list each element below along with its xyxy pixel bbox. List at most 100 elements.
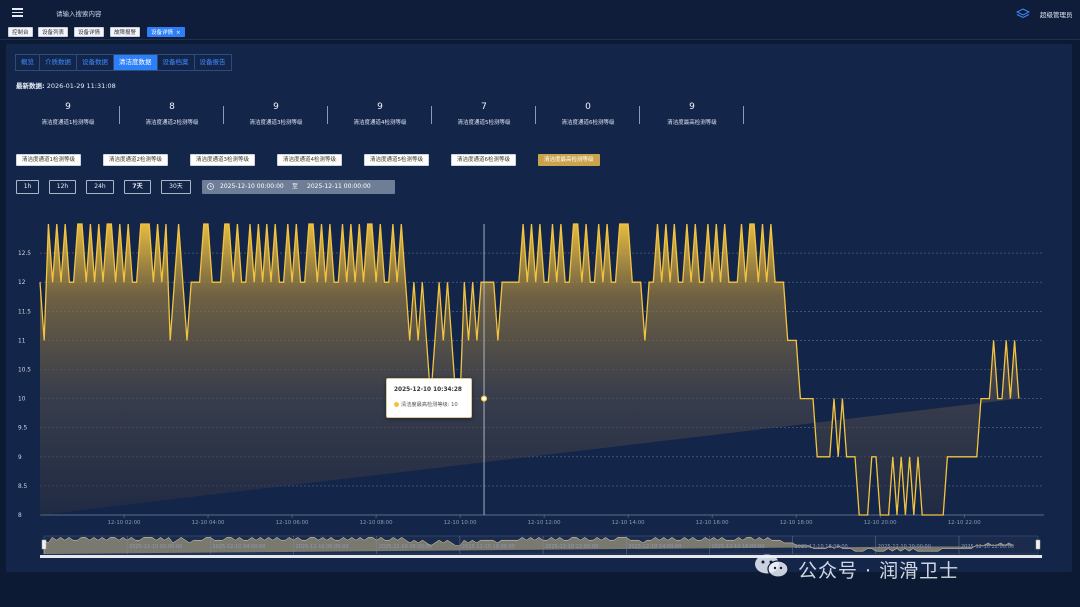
sub-tabs: 概览 介质数据 设备数据 清洁度数据 设备档案 设备报告 xyxy=(15,54,232,71)
tab-overview[interactable]: 概览 xyxy=(16,55,40,70)
slider-label: 2025-12-10 02:00:00 xyxy=(129,544,182,550)
stat-channel-1: 9 清洁度通道1检测等级 xyxy=(16,100,120,130)
y-tick-label: 11 xyxy=(18,338,26,344)
close-icon[interactable]: × xyxy=(176,30,181,36)
tag-label: 设备详情 xyxy=(151,30,174,36)
slider-handle-right[interactable] xyxy=(1035,539,1041,550)
slider-handle-left[interactable] xyxy=(41,539,47,550)
x-tick-label: 12-10 20:00 xyxy=(864,520,897,526)
tag-device-detail[interactable]: 设备详情 xyxy=(74,27,105,37)
date-start[interactable]: 2025-12-10 00:00:00 xyxy=(220,180,284,194)
filter-channel-5[interactable]: 清洁度通道5检测等级 xyxy=(364,154,429,166)
tab-device-archive[interactable]: 设备档案 xyxy=(158,55,195,70)
user-name[interactable]: 超级管理员 xyxy=(1040,9,1073,19)
range-1h-button[interactable]: 1h xyxy=(16,180,39,194)
date-end[interactable]: 2025-12-11 00:00:00 xyxy=(307,180,371,194)
stat-label: 清洁度通道2检测等级 xyxy=(145,120,199,126)
chart-tooltip: 2025-12-10 10:34:28 清洁度最高检测等级: 10 xyxy=(386,378,472,418)
stat-label: 清洁度通道6检测等级 xyxy=(561,120,615,126)
slider-label: 2025-12-10 18:00:00 xyxy=(795,544,848,550)
slider-label: 2025-12-10 10:00:00 xyxy=(462,544,515,550)
stat-value: 9 xyxy=(689,102,695,112)
slider-label: 2025-12-10 08:00:00 xyxy=(379,544,432,550)
slider-label: 2025-12-10 14:00:00 xyxy=(628,544,681,550)
x-tick-label: 12-10 08:00 xyxy=(360,520,393,526)
stat-max-level: 9 清洁度最高检测等级 xyxy=(640,100,744,130)
tab-medium-data[interactable]: 介质数据 xyxy=(40,55,77,70)
x-tick-label: 12-10 10:00 xyxy=(444,520,477,526)
filter-channel-3[interactable]: 清洁度通道3检测等级 xyxy=(190,154,255,166)
latest-label: 最新数据: xyxy=(16,82,45,90)
x-tick-label: 12-10 18:00 xyxy=(780,520,813,526)
tooltip-series: 清洁度最高检测等级 xyxy=(401,402,448,408)
range-12h-button[interactable]: 12h xyxy=(49,180,76,194)
layers-icon[interactable] xyxy=(1016,8,1030,20)
x-tick-label: 12-10 16:00 xyxy=(696,520,729,526)
filter-channel-2[interactable]: 清洁度通道2检测等级 xyxy=(103,154,168,166)
tab-cleanliness-data[interactable]: 清洁度数据 xyxy=(114,55,158,70)
latest-time: 2026-01-29 11:31:08 xyxy=(46,82,116,90)
y-tick-label: 8 xyxy=(18,513,22,519)
wechat-icon xyxy=(755,554,789,578)
search-input[interactable] xyxy=(56,7,256,21)
stat-channel-4: 9 清洁度通道4检测等级 xyxy=(328,100,432,130)
tag-fault-alarm[interactable]: 故障报警 xyxy=(110,27,141,37)
stat-channel-6: 0 清洁度通道6检测等级 xyxy=(536,100,640,130)
range-24h-button[interactable]: 24h xyxy=(86,180,114,194)
x-tick-label: 12-10 06:00 xyxy=(276,520,309,526)
date-range-picker[interactable]: 2025-12-10 00:00:00 至 2025-12-11 00:00:0… xyxy=(202,180,395,194)
stat-value: 9 xyxy=(377,102,383,112)
tag-device-detail-active[interactable]: 设备详情 × xyxy=(147,27,185,37)
filter-channel-1[interactable]: 清洁度通道1检测等级 xyxy=(16,154,81,166)
slider-label: 2025-12-10 12:00:00 xyxy=(545,544,598,550)
range-7d-button[interactable]: 7天 xyxy=(124,180,151,194)
slider-label: 2025-12-10 16:00:00 xyxy=(711,544,764,550)
stat-label: 清洁度通道3检测等级 xyxy=(249,120,303,126)
watermark-text: 公众号 · 润滑卫士 xyxy=(798,560,960,582)
x-axis: 12-10 02:00 12-10 04:00 12-10 06:00 12-10 0… xyxy=(108,515,981,526)
stat-value: 9 xyxy=(65,102,71,112)
slider-label: 2025-12-10 22:00:00 xyxy=(961,544,1014,550)
filter-channel-6[interactable]: 清洁度通道6检测等级 xyxy=(451,154,516,166)
stat-value: 8 xyxy=(169,102,175,112)
x-tick-label: 12-10 22:00 xyxy=(948,520,981,526)
tooltip-line: 清洁度最高检测等级: 10 xyxy=(401,402,458,408)
x-tick-label: 12-10 14:00 xyxy=(612,520,645,526)
y-axis: 8 8.5 9 9.5 10 10.5 11 11.5 12 12.5 xyxy=(18,251,31,519)
stat-value: 0 xyxy=(585,102,591,112)
stat-value: 7 xyxy=(481,102,487,112)
y-tick-label: 10.5 xyxy=(18,368,31,374)
hamburger-icon[interactable] xyxy=(12,8,23,17)
hover-point xyxy=(480,395,488,402)
filter-channel-4[interactable]: 清洁度通道4检测等级 xyxy=(277,154,342,166)
y-tick-label: 9.5 xyxy=(18,426,28,432)
top-bar: 超级管理员 xyxy=(0,0,1080,26)
watermark: 公众号 · 润滑卫士 xyxy=(752,553,1052,582)
cleanliness-chart[interactable]: 88.599.51010.51111.51212.5 12-10 02:00 12… xyxy=(14,210,1054,566)
latest-data: 最新数据: 2026-01-29 11:31:08 xyxy=(16,80,116,90)
tab-device-data[interactable]: 设备数据 xyxy=(77,55,114,70)
y-tick-label: 8.5 xyxy=(18,484,28,490)
tags-bar: 控制台 设备列表 设备详情 故障报警 设备详情 × xyxy=(0,26,1080,40)
y-tick-label: 10 xyxy=(18,397,26,403)
tooltip-time: 2025-12-10 10:34:28 xyxy=(394,387,462,393)
tag-device-list[interactable]: 设备列表 xyxy=(38,27,69,37)
tab-device-report[interactable]: 设备报告 xyxy=(195,55,231,70)
stat-label: 清洁度通道5检测等级 xyxy=(457,120,511,126)
slider-label: 2025-12-10 04:00:00 xyxy=(212,544,265,550)
y-tick-label: 12 xyxy=(18,280,26,286)
slider-label: 2025-12-10 06:00:00 xyxy=(296,544,349,550)
filter-max-level[interactable]: 清洁度最高检测等级 xyxy=(538,154,600,166)
series-dot-icon xyxy=(394,402,399,407)
stat-label: 清洁度通道4检测等级 xyxy=(353,120,407,126)
stat-channel-2: 8 清洁度通道2检测等级 xyxy=(120,100,224,130)
date-separator: 至 xyxy=(292,183,299,190)
range-30d-button[interactable]: 30天 xyxy=(161,180,191,194)
tag-console[interactable]: 控制台 xyxy=(8,27,33,37)
slider-label: 2025-12-10 20:00:00 xyxy=(878,544,931,550)
stat-label: 清洁度通道1检测等级 xyxy=(41,120,95,126)
stat-value: 9 xyxy=(273,102,279,112)
x-tick-label: 12-10 04:00 xyxy=(192,520,225,526)
series-area xyxy=(40,224,1019,515)
y-tick-label: 11.5 xyxy=(18,309,31,315)
